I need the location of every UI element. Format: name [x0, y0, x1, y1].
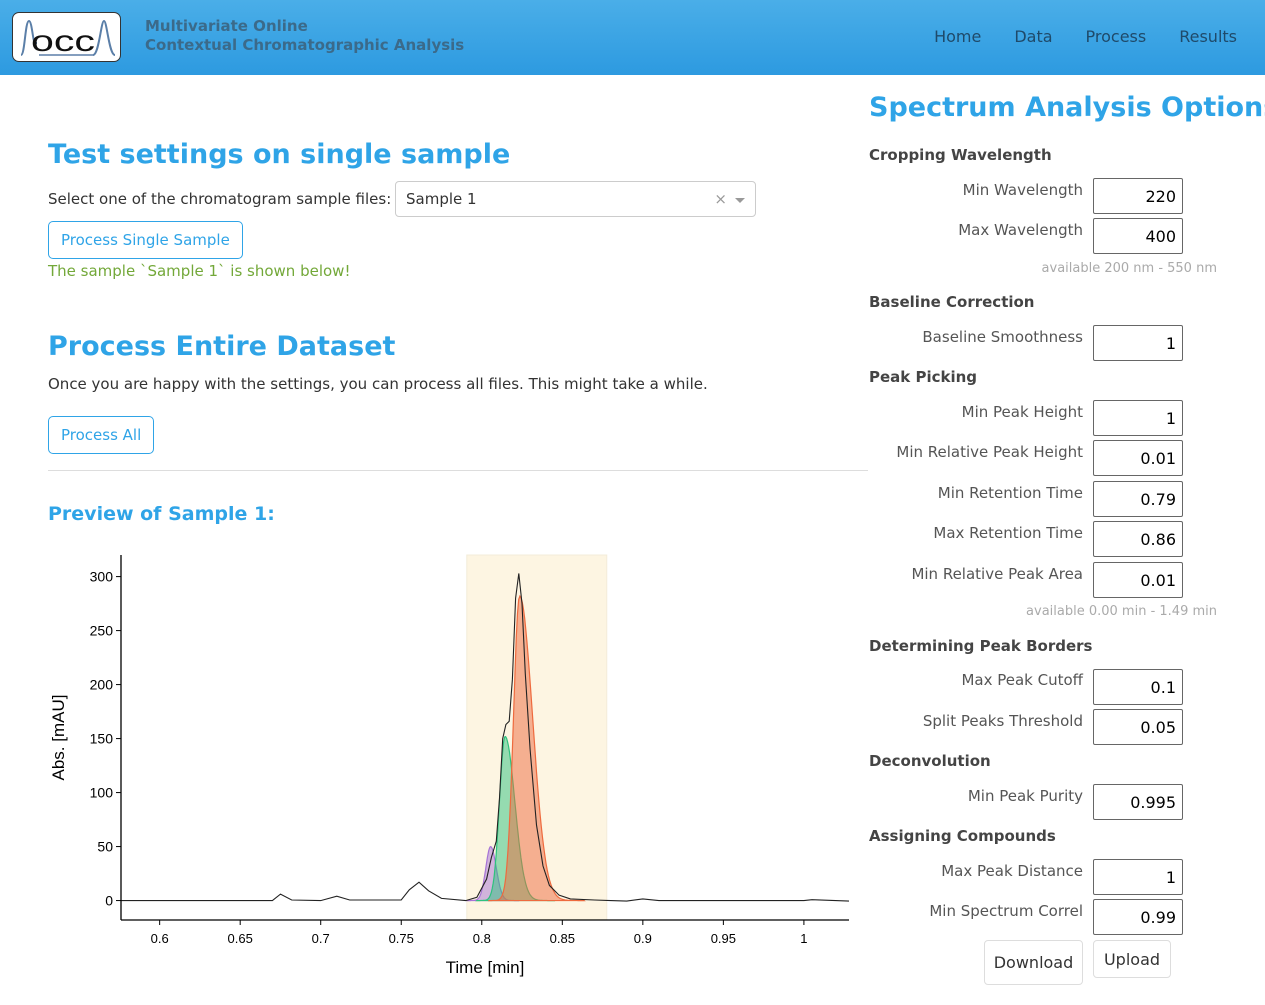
- min-relative-peak-height-input[interactable]: [1093, 440, 1183, 476]
- split-peaks-threshold-input[interactable]: [1093, 709, 1183, 745]
- x-tick-label: 0.7: [312, 931, 330, 946]
- min-retention-time-label: Min Retention Time: [937, 484, 1083, 502]
- y-tick-label: 150: [90, 731, 114, 747]
- group-peak-borders: Determining Peak Borders: [869, 637, 1093, 655]
- nav-links: Home Data Process Results: [901, 27, 1237, 46]
- y-tick-label: 0: [105, 893, 113, 909]
- min-peak-height-input[interactable]: [1093, 400, 1183, 436]
- y-ticks: 0 50 100 150 200 250 300: [90, 569, 121, 909]
- min-relative-peak-area-input[interactable]: [1093, 562, 1183, 598]
- min-peak-purity-label: Min Peak Purity: [967, 787, 1083, 805]
- y-tick-label: 50: [97, 839, 113, 855]
- nav-results[interactable]: Results: [1179, 27, 1237, 46]
- spectrum-options-sidebar: Spectrum Analysis Options Cropping Wavel…: [869, 75, 1265, 1001]
- baseline-smoothness-label: Baseline Smoothness: [922, 328, 1083, 346]
- group-baseline-correction: Baseline Correction: [869, 293, 1035, 311]
- x-tick-label: 0.6: [151, 931, 169, 946]
- min-relative-peak-height-label: Min Relative Peak Height: [896, 443, 1083, 461]
- min-relative-peak-area-label: Min Relative Peak Area: [911, 565, 1083, 583]
- max-peak-cutoff-label: Max Peak Cutoff: [961, 671, 1083, 689]
- max-wavelength-input[interactable]: [1093, 218, 1183, 254]
- max-peak-distance-input[interactable]: [1093, 859, 1183, 895]
- y-tick-label: 100: [90, 785, 114, 801]
- min-spectrum-correl-label: Min Spectrum Correl: [929, 902, 1083, 920]
- min-peak-purity-input[interactable]: [1093, 784, 1183, 820]
- max-retention-time-label: Max Retention Time: [933, 524, 1083, 542]
- group-assigning-compounds: Assigning Compounds: [869, 827, 1056, 845]
- x-tick-label: 0.9: [634, 931, 652, 946]
- time-available-hint: available 0.00 min - 1.49 min: [1026, 604, 1217, 619]
- min-spectrum-correl-input[interactable]: [1093, 899, 1183, 935]
- baseline-smoothness-input[interactable]: [1093, 325, 1183, 361]
- upload-button[interactable]: Upload: [1093, 940, 1171, 978]
- nav-process[interactable]: Process: [1086, 27, 1147, 46]
- x-tick-label: 0.75: [389, 931, 414, 946]
- x-tick-label: 0.95: [711, 931, 736, 946]
- y-tick-label: 250: [90, 623, 114, 639]
- y-axis-label: Abs. [mAU]: [49, 695, 68, 781]
- max-retention-time-input[interactable]: [1093, 521, 1183, 557]
- x-tick-label: 0.85: [550, 931, 575, 946]
- x-tick-label: 0.65: [228, 931, 253, 946]
- chromatogram-chart[interactable]: 0 50 100 150 200 250 300 0.6 0.65 0.7 0.75 0.8 0.85…: [0, 0, 870, 1005]
- y-tick-label: 200: [90, 677, 114, 693]
- max-wavelength-label: Max Wavelength: [958, 221, 1083, 239]
- group-peak-picking: Peak Picking: [869, 368, 978, 386]
- nav-data[interactable]: Data: [1014, 27, 1052, 46]
- download-button[interactable]: Download: [984, 940, 1083, 985]
- nav-home[interactable]: Home: [934, 27, 981, 46]
- min-peak-height-label: Min Peak Height: [961, 403, 1083, 421]
- min-retention-time-input[interactable]: [1093, 481, 1183, 517]
- chromatogram-svg: 0 50 100 150 200 250 300 0.6 0.65 0.7 0.75 0.8 0.85…: [49, 554, 850, 977]
- y-tick-label: 300: [90, 569, 114, 585]
- min-wavelength-input[interactable]: [1093, 178, 1183, 214]
- split-peaks-threshold-label: Split Peaks Threshold: [922, 712, 1083, 730]
- sidebar-title: Spectrum Analysis Options: [869, 92, 1265, 123]
- min-wavelength-label: Min Wavelength: [962, 181, 1083, 199]
- max-peak-distance-label: Max Peak Distance: [941, 862, 1083, 880]
- group-deconvolution: Deconvolution: [869, 752, 991, 770]
- max-peak-cutoff-input[interactable]: [1093, 669, 1183, 705]
- x-axis-label: Time [min]: [446, 958, 525, 977]
- wavelength-available-hint: available 200 nm - 550 nm: [1041, 261, 1217, 276]
- x-tick-label: 0.8: [473, 931, 491, 946]
- x-tick-label: 1: [800, 931, 807, 946]
- x-ticks: 0.6 0.65 0.7 0.75 0.8 0.85 0.9 0.95 1: [151, 920, 808, 946]
- group-cropping-wavelength: Cropping Wavelength: [869, 146, 1052, 164]
